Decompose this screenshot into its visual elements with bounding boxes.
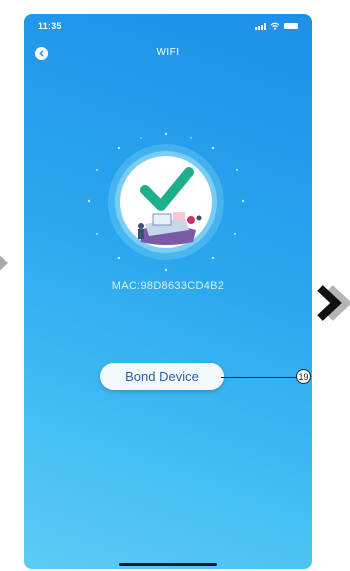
device-mac-address: MAC:98D8633CD4B2 [111, 280, 225, 292]
wifi-icon [270, 22, 280, 30]
bond-device-button[interactable]: Bond Device [100, 363, 224, 390]
signal-icon [255, 22, 266, 30]
status-icons [255, 22, 298, 30]
status-time: 11:35 [38, 21, 62, 31]
page-title: WIFI [156, 47, 180, 58]
nav-bar: WIFI [24, 42, 312, 64]
home-indicator [119, 563, 217, 566]
callout-number: 19 [296, 369, 311, 384]
previous-step-arrow-icon [0, 252, 8, 274]
next-step-chevron-icon [317, 285, 350, 321]
phone-screen: 11:35 WIFI MAC:98D8633CD4B2 Bond Device [24, 14, 312, 569]
callout-leader-line [221, 377, 296, 378]
manual-page: 11:35 WIFI MAC:98D8633CD4B2 Bond Device … [0, 0, 350, 571]
connection-success-illustration [87, 132, 245, 272]
battery-icon [284, 23, 298, 29]
status-bar: 11:35 [24, 14, 312, 38]
